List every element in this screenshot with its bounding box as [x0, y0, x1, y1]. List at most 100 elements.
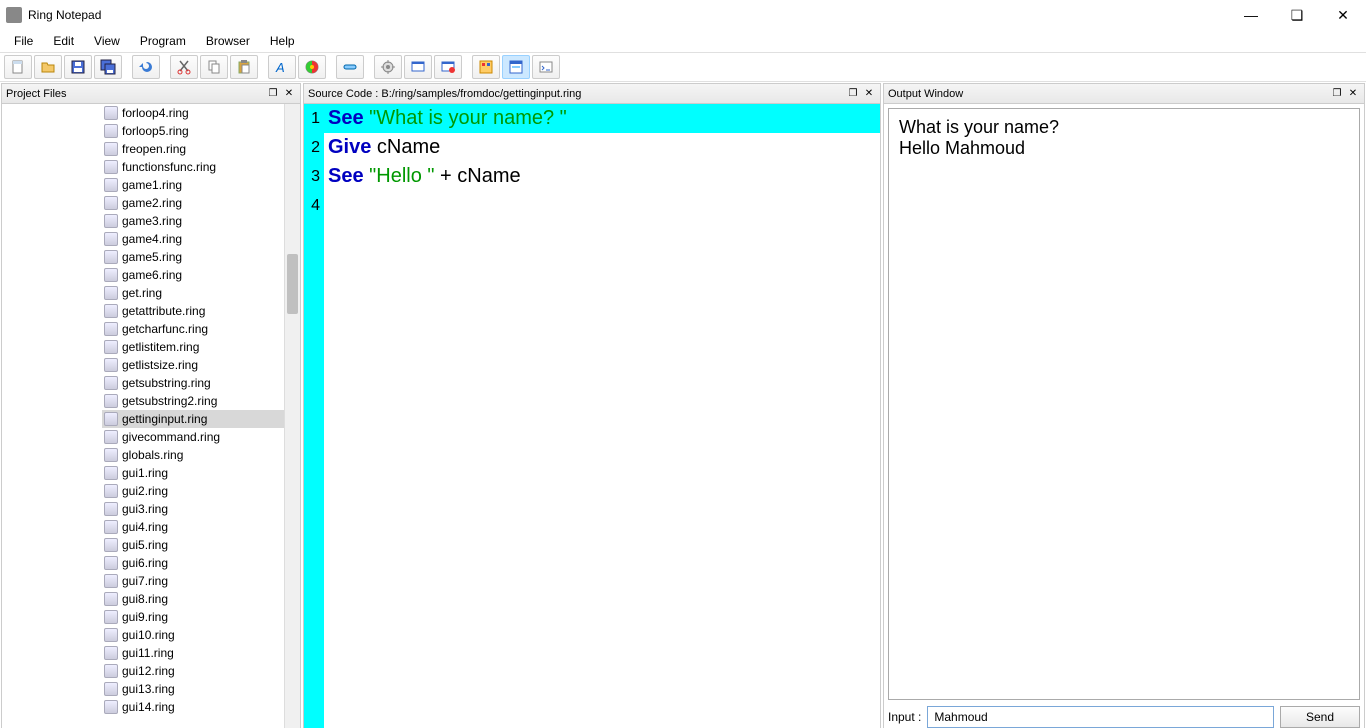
file-item[interactable]: gui9.ring [102, 608, 284, 626]
file-item[interactable]: game5.ring [102, 248, 284, 266]
file-item[interactable]: globals.ring [102, 446, 284, 464]
code-line[interactable]: See "What is your name? " [324, 104, 880, 133]
file-label: getsubstring.ring [122, 376, 211, 390]
scrollbar[interactable] [284, 104, 300, 728]
file-item[interactable]: gui13.ring [102, 680, 284, 698]
open-icon [40, 59, 56, 75]
code-line[interactable]: Give cName [324, 133, 880, 162]
file-icon [104, 322, 118, 336]
toolbar-colors-button[interactable] [298, 55, 326, 79]
file-item[interactable]: get.ring [102, 284, 284, 302]
panel-close-icon[interactable]: ✕ [282, 87, 296, 101]
panel-close-icon[interactable]: ✕ [862, 87, 876, 101]
toolbar-copy-button[interactable] [200, 55, 228, 79]
toolbar-new-button[interactable] [4, 55, 32, 79]
close-button[interactable]: ✕ [1320, 0, 1366, 30]
toolbar-font-button[interactable]: A [268, 55, 296, 79]
file-label: gettinginput.ring [122, 412, 207, 426]
file-item[interactable]: game2.ring [102, 194, 284, 212]
file-label: getsubstring2.ring [122, 394, 217, 408]
file-item[interactable]: gui12.ring [102, 662, 284, 680]
file-label: gui7.ring [122, 574, 168, 588]
menu-edit[interactable]: Edit [43, 31, 84, 51]
file-item[interactable]: getsubstring.ring [102, 374, 284, 392]
menu-view[interactable]: View [84, 31, 130, 51]
line-number: 2 [304, 133, 320, 162]
toolbar-saveas-button[interactable] [94, 55, 122, 79]
file-item[interactable]: gui4.ring [102, 518, 284, 536]
project-files-title: Project Files [6, 88, 264, 100]
file-item[interactable]: forloop5.ring [102, 122, 284, 140]
font-icon: A [274, 59, 290, 75]
maximize-button[interactable]: ❏ [1274, 0, 1320, 30]
code-editor[interactable]: See "What is your name? "Give cNameSee "… [324, 104, 880, 728]
output-text[interactable]: What is your name? Hello Mahmoud [888, 108, 1360, 700]
toolbar-run-button[interactable] [404, 55, 432, 79]
toolbar-undo-button[interactable] [132, 55, 160, 79]
menu-browser[interactable]: Browser [196, 31, 260, 51]
toolbar-save-button[interactable] [64, 55, 92, 79]
file-item[interactable]: givecommand.ring [102, 428, 284, 446]
send-button[interactable]: Send [1280, 706, 1360, 728]
file-item[interactable]: gui6.ring [102, 554, 284, 572]
panel-float-icon[interactable]: ❐ [1330, 87, 1344, 101]
file-item[interactable]: getlistsize.ring [102, 356, 284, 374]
panel-float-icon[interactable]: ❐ [846, 87, 860, 101]
file-item[interactable]: functionsfunc.ring [102, 158, 284, 176]
file-item[interactable]: gui11.ring [102, 644, 284, 662]
code-line[interactable] [324, 191, 880, 220]
toolbar-find-button[interactable] [336, 55, 364, 79]
file-item[interactable]: freopen.ring [102, 140, 284, 158]
panel-close-icon[interactable]: ✕ [1346, 87, 1360, 101]
file-icon [104, 124, 118, 138]
file-item[interactable]: gui1.ring [102, 464, 284, 482]
file-item[interactable]: game4.ring [102, 230, 284, 248]
svg-text:A: A [275, 60, 285, 75]
toolbar-cut-button[interactable] [170, 55, 198, 79]
file-icon [104, 646, 118, 660]
menu-help[interactable]: Help [260, 31, 305, 51]
file-item[interactable]: game6.ring [102, 266, 284, 284]
file-item[interactable]: game1.ring [102, 176, 284, 194]
toolbar-terminal-button[interactable] [532, 55, 560, 79]
file-item[interactable]: getattribute.ring [102, 302, 284, 320]
file-item[interactable]: gui2.ring [102, 482, 284, 500]
file-item[interactable]: gettinginput.ring [102, 410, 284, 428]
panel-float-icon[interactable]: ❐ [266, 87, 280, 101]
file-tree[interactable]: forloop4.ringforloop5.ringfreopen.ringfu… [2, 104, 284, 728]
toolbar-build-button[interactable] [374, 55, 402, 79]
colors-icon [304, 59, 320, 75]
file-item[interactable]: gui10.ring [102, 626, 284, 644]
file-item[interactable]: getlistitem.ring [102, 338, 284, 356]
file-item[interactable]: gui5.ring [102, 536, 284, 554]
file-item[interactable]: gui8.ring [102, 590, 284, 608]
file-label: game2.ring [122, 196, 182, 210]
code-line[interactable]: See "Hello " + cName [324, 162, 880, 191]
file-item[interactable]: gui3.ring [102, 500, 284, 518]
file-item[interactable]: gui14.ring [102, 698, 284, 716]
menu-program[interactable]: Program [130, 31, 196, 51]
saveas-icon [100, 59, 116, 75]
file-icon [104, 142, 118, 156]
file-label: gui14.ring [122, 700, 175, 714]
file-item[interactable]: getcharfunc.ring [102, 320, 284, 338]
toolbar-paste-button[interactable] [230, 55, 258, 79]
file-icon [104, 574, 118, 588]
file-item[interactable]: forloop4.ring [102, 104, 284, 122]
minimize-button[interactable]: — [1228, 0, 1274, 30]
toolbar-open-button[interactable] [34, 55, 62, 79]
menu-file[interactable]: File [4, 31, 43, 51]
file-item[interactable]: gui7.ring [102, 572, 284, 590]
file-label: game1.ring [122, 178, 182, 192]
file-icon [104, 538, 118, 552]
toolbar-designer-button[interactable] [472, 55, 500, 79]
input-field[interactable] [927, 706, 1274, 728]
file-label: gui13.ring [122, 682, 175, 696]
file-icon [104, 376, 118, 390]
file-item[interactable]: game3.ring [102, 212, 284, 230]
toolbar-debug-button[interactable] [434, 55, 462, 79]
file-item[interactable]: getsubstring2.ring [102, 392, 284, 410]
menubar: FileEditViewProgramBrowserHelp [0, 30, 1366, 52]
scrollbar-thumb[interactable] [287, 254, 298, 314]
toolbar-browser-button[interactable] [502, 55, 530, 79]
